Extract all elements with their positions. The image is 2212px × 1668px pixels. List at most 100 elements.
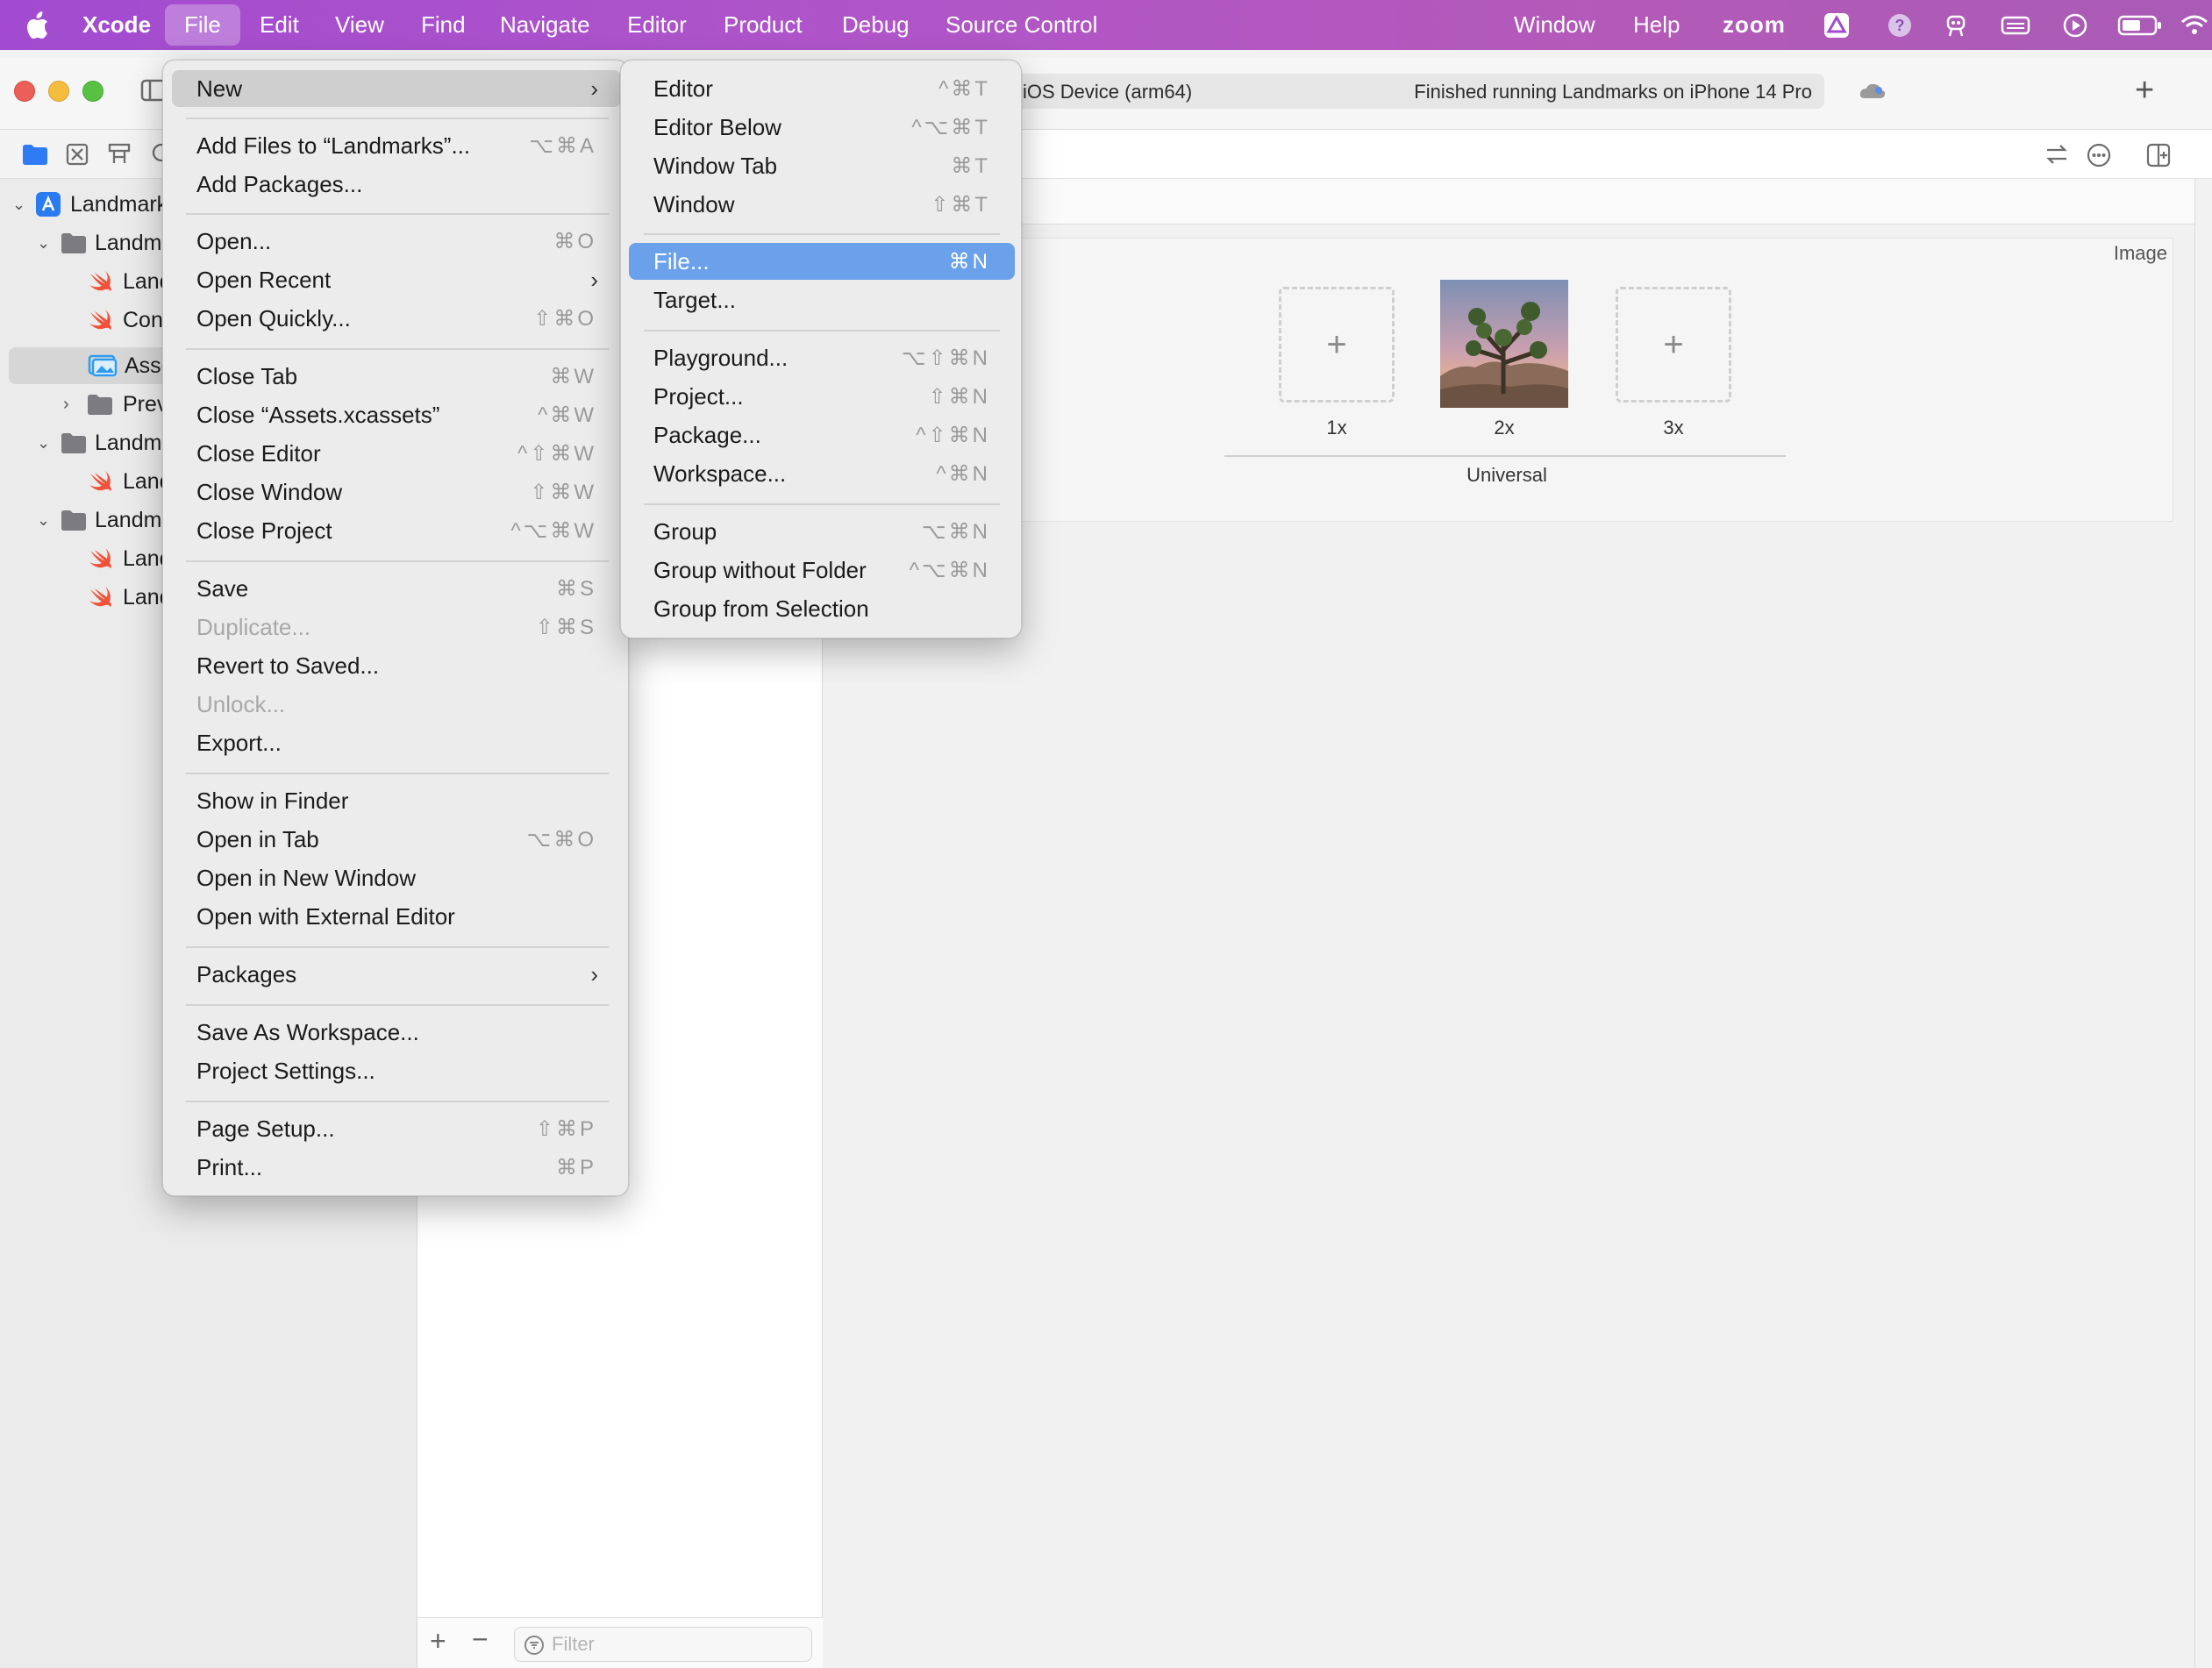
add-tab-button[interactable]: + xyxy=(2135,72,2154,110)
menu-item-close-project[interactable]: Close Project ^⌥⌘W xyxy=(172,512,621,549)
menu-item-open-external-editor[interactable]: Open with External Editor xyxy=(172,898,621,935)
menu-item-packages[interactable]: Packages › xyxy=(172,956,621,993)
menu-item-open-in-tab[interactable]: Open in Tab ⌥⌘O xyxy=(172,821,621,858)
help-circle-icon[interactable]: ? xyxy=(1884,0,1916,50)
build-status-text: Finished running Landmarks on iPhone 14 … xyxy=(1414,81,1812,103)
app-menu-xcode[interactable]: Xcode xyxy=(82,0,151,50)
menu-window[interactable]: Window xyxy=(1514,0,1595,50)
folder-navigator-icon[interactable] xyxy=(21,142,49,171)
menu-separator xyxy=(186,118,609,119)
menu-item-open[interactable]: Open... ⌘O xyxy=(172,223,621,260)
menu-item-new-window-tab[interactable]: Window Tab ⌘T xyxy=(629,147,1015,184)
menu-item-new-group[interactable]: Group ⌥⌘N xyxy=(629,513,1015,550)
menu-item-close-editor[interactable]: Close Editor ^⇧⌘W xyxy=(172,435,621,472)
menu-product[interactable]: Product xyxy=(724,0,803,50)
close-window-button[interactable] xyxy=(14,81,35,102)
menu-item-project-settings[interactable]: Project Settings... xyxy=(172,1052,621,1089)
menu-item-add-files[interactable]: Add Files to “Landmarks”... ⌥⌘A xyxy=(172,127,621,164)
menu-item-open-recent[interactable]: Open Recent › xyxy=(172,261,621,298)
menu-item-new-editor-below[interactable]: Editor Below ^⌥⌘T xyxy=(629,109,1015,146)
menu-separator xyxy=(186,560,609,562)
menu-file[interactable]: File xyxy=(165,4,240,46)
add-editor-icon[interactable] xyxy=(2145,142,2172,173)
menu-item-new-workspace[interactable]: Workspace... ^⌘N xyxy=(629,455,1015,492)
image-slot-1x[interactable]: + xyxy=(1279,287,1395,403)
new-submenu: Editor ^⌘T Editor Below ^⌥⌘T Window Tab ⌘T … xyxy=(620,60,1022,638)
filter-icon xyxy=(524,1636,544,1655)
swift-file-icon xyxy=(89,310,111,330)
menu-item-new-group-from-selection[interactable]: Group from Selection xyxy=(629,590,1015,627)
menu-find[interactable]: Find xyxy=(421,0,466,50)
menu-item-open-new-window[interactable]: Open in New Window xyxy=(172,859,621,896)
battery-icon[interactable] xyxy=(2116,0,2165,50)
image-set-type-label: Image xyxy=(2113,242,2167,264)
image-slot-2x[interactable] xyxy=(1440,280,1568,408)
menu-source-control[interactable]: Source Control xyxy=(945,0,1097,50)
slot-label-2x: 2x xyxy=(1494,417,1515,438)
menu-item-new-window[interactable]: Window ⇧⌘T xyxy=(629,186,1015,223)
image-slot-3x[interactable]: + xyxy=(1616,287,1731,403)
drive-icon[interactable] xyxy=(1821,0,1852,50)
xcode-project-icon xyxy=(36,192,61,217)
menu-navigate[interactable]: Navigate xyxy=(500,0,590,50)
menu-item-new-target[interactable]: Target... xyxy=(629,282,1015,318)
wifi-icon[interactable] xyxy=(2179,0,2210,50)
tree-item-project[interactable]: ⌄ Landmarks xyxy=(12,187,179,222)
menu-item-unlock: Unlock... xyxy=(196,690,286,717)
add-asset-button[interactable]: + xyxy=(430,1625,446,1657)
menu-item-open-quickly[interactable]: Open Quickly... ⇧⌘O xyxy=(172,300,621,337)
menu-item-show-in-finder[interactable]: Show in Finder xyxy=(172,782,621,819)
zoom-status-item[interactable]: zoom xyxy=(1723,0,1786,50)
zoom-window-button[interactable] xyxy=(82,81,103,102)
run-destination[interactable]: iOS Device (arm64) xyxy=(1023,81,1192,103)
menu-debug[interactable]: Debug xyxy=(842,0,910,50)
minimize-window-button[interactable] xyxy=(48,81,69,102)
hierarchy-navigator-icon[interactable] xyxy=(107,142,132,171)
menu-item-new-package[interactable]: Package... ^⇧⌘N xyxy=(629,417,1015,453)
cloud-icon[interactable] xyxy=(1858,79,1887,103)
apple-icon[interactable] xyxy=(21,0,53,50)
menu-separator xyxy=(186,1004,609,1006)
menu-item-save-as-workspace[interactable]: Save As Workspace... xyxy=(172,1014,621,1051)
asset-editor: Image + + 1x 2x 3x Universal xyxy=(823,130,2212,1668)
remove-asset-button[interactable]: − xyxy=(472,1623,489,1656)
menu-item-new-group-without-folder[interactable]: Group without Folder ^⌥⌘N xyxy=(629,552,1015,588)
source-control-navigator-icon[interactable] xyxy=(65,142,89,171)
menu-separator xyxy=(644,233,1000,235)
menu-separator xyxy=(644,330,1000,331)
menu-item-new[interactable]: New › xyxy=(172,70,621,107)
menu-item-duplicate: Duplicate... ⇧⌘S xyxy=(196,613,596,640)
menu-item-revert[interactable]: Revert to Saved... xyxy=(172,647,621,684)
menu-item-close-window[interactable]: Close Window ⇧⌘W xyxy=(172,474,621,510)
robot-icon[interactable] xyxy=(1940,0,1972,50)
filter-field[interactable]: Filter xyxy=(514,1627,812,1662)
slot-label-3x: 3x xyxy=(1663,417,1684,438)
menu-item-new-playground[interactable]: Playground... ⌥⇧⌘N xyxy=(629,339,1015,376)
keyboard-icon[interactable] xyxy=(1998,0,2033,50)
chevron-right-icon: › xyxy=(590,266,598,293)
menu-separator xyxy=(186,1101,609,1102)
menu-help[interactable]: Help xyxy=(1633,0,1680,50)
menu-edit[interactable]: Edit xyxy=(260,0,299,50)
menu-editor[interactable]: Editor xyxy=(627,0,687,50)
menu-item-new-editor[interactable]: Editor ^⌘T xyxy=(629,70,1015,107)
menu-bar: Xcode File Edit View Find Navigate Edito… xyxy=(0,0,2212,50)
menu-item-export[interactable]: Export... xyxy=(172,724,621,761)
swap-icon[interactable] xyxy=(2044,142,2070,171)
menu-item-page-setup[interactable]: Page Setup... ⇧⌘P xyxy=(172,1110,621,1147)
more-options-icon[interactable] xyxy=(2086,142,2112,173)
menu-item-close-tab[interactable]: Close Tab ⌘W xyxy=(172,358,621,395)
folder-icon xyxy=(61,433,86,453)
play-circle-icon[interactable] xyxy=(2059,0,2091,50)
menu-item-print[interactable]: Print... ⌘P xyxy=(172,1149,621,1186)
asset-catalog-icon xyxy=(88,354,118,377)
menu-view[interactable]: View xyxy=(335,0,384,50)
menu-separator xyxy=(186,773,609,774)
menu-item-add-packages[interactable]: Add Packages... xyxy=(172,166,621,203)
menu-item-close-file[interactable]: Close “Assets.xcassets” ^⌘W xyxy=(172,396,621,433)
menu-item-save[interactable]: Save ⌘S xyxy=(172,570,621,607)
editor-path-bar xyxy=(823,179,2212,225)
swift-file-icon xyxy=(89,471,111,491)
menu-item-new-file[interactable]: File... ⌘N xyxy=(629,243,1015,280)
menu-item-new-project[interactable]: Project... ⇧⌘N xyxy=(629,378,1015,415)
